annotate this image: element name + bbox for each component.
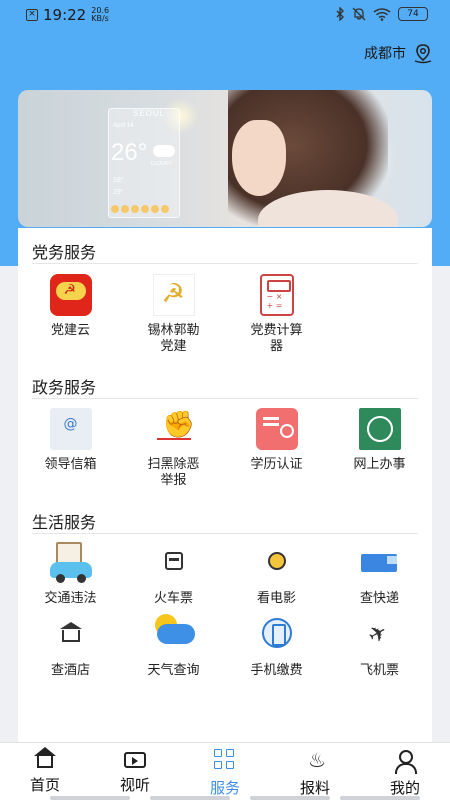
- nav-profile[interactable]: 我的: [360, 747, 450, 798]
- divider: [32, 533, 418, 534]
- notification-icon: ×: [26, 9, 38, 21]
- gesture-bar: [250, 796, 330, 800]
- service-party-cloud[interactable]: 党建云: [19, 274, 122, 339]
- nav-report[interactable]: ♨ 报料: [270, 747, 360, 798]
- car-icon: [49, 542, 92, 584]
- service-xilingol-party[interactable]: ☭ 锡林郭勒 党建: [122, 274, 225, 355]
- service-crime-report[interactable]: ✊ 扫黑除恶 举报: [122, 408, 225, 489]
- mailbox-icon: [49, 408, 92, 450]
- forecast-icons: [111, 205, 169, 213]
- divider: [32, 263, 418, 264]
- section-title-government: 政务服务: [32, 378, 97, 397]
- nav-home[interactable]: 首页: [0, 747, 90, 795]
- calculator-icon: [259, 274, 294, 316]
- bottom-nav: 首页 视听 服务 ♨ 报料 我的: [0, 742, 450, 800]
- hammer-sickle-icon: ☭: [152, 274, 195, 316]
- section-title-life: 生活服务: [32, 513, 97, 532]
- grid-icon: [214, 749, 236, 771]
- gesture-bar: [340, 796, 420, 800]
- service-weather[interactable]: 天气查询: [122, 614, 225, 679]
- hotel-icon: [50, 614, 92, 656]
- service-train-ticket[interactable]: 火车票: [122, 542, 225, 607]
- section-title-party: 党务服务: [32, 243, 97, 262]
- party-cloud-icon: [49, 274, 92, 316]
- cloud-icon: [153, 145, 175, 157]
- battery-indicator: 74: [398, 7, 428, 21]
- banner-weather-panel: SEOUL April 14 26° CLOUDY 18° 29°: [108, 108, 180, 218]
- nav-services[interactable]: 服务: [180, 747, 270, 798]
- weather-icon: [153, 614, 195, 656]
- service-movies[interactable]: 看电影: [225, 542, 328, 607]
- phone-icon: [256, 614, 298, 656]
- service-hotel[interactable]: 查酒店: [19, 614, 122, 679]
- city-label: 成都市: [364, 46, 406, 62]
- location-pin-icon: [414, 44, 432, 64]
- seal-icon: [358, 408, 401, 450]
- status-bar: × 19:22 20.6 KB/s 74: [0, 0, 450, 30]
- status-time: 19:22: [43, 6, 87, 24]
- home-icon: [34, 747, 56, 768]
- banner-photo-face: [232, 120, 286, 196]
- service-express[interactable]: 查快递: [328, 542, 431, 607]
- services-card: 党务服务 党建云 ☭ 锡林郭勒 党建 党费计算 器 政务服务 领导信箱 ✊ 扫黑…: [18, 228, 432, 758]
- service-online-affairs[interactable]: 网上办事: [328, 408, 431, 473]
- train-icon: [153, 542, 195, 584]
- service-leader-mailbox[interactable]: 领导信箱: [19, 408, 122, 473]
- certificate-icon: [255, 408, 298, 450]
- plane-icon: ✈: [363, 619, 392, 650]
- user-icon: [394, 749, 417, 774]
- gesture-bar: [50, 796, 130, 800]
- service-degree-verify[interactable]: 学历认证: [225, 408, 328, 473]
- video-icon: [124, 752, 146, 768]
- service-flight-ticket[interactable]: ✈ 飞机票: [328, 614, 431, 679]
- network-speed: 20.6 KB/s: [91, 6, 110, 23]
- bluetooth-icon: [336, 7, 344, 21]
- gesture-bar: [150, 796, 230, 800]
- divider: [32, 398, 418, 399]
- film-icon: [256, 542, 298, 584]
- mute-icon: [352, 7, 366, 21]
- nav-video[interactable]: 视听: [90, 747, 180, 795]
- banner-carousel[interactable]: SEOUL April 14 26° CLOUDY 18° 29°: [18, 90, 432, 227]
- truck-icon: [359, 542, 401, 584]
- service-traffic-violation[interactable]: 交通违法: [19, 542, 122, 607]
- service-phone-bill[interactable]: 手机缴费: [225, 614, 328, 679]
- location-selector[interactable]: 成都市: [364, 42, 434, 64]
- service-dues-calculator[interactable]: 党费计算 器: [225, 274, 328, 355]
- wifi-icon: [373, 7, 391, 21]
- fist-icon: ✊: [153, 408, 195, 450]
- fire-icon: ♨: [308, 748, 326, 772]
